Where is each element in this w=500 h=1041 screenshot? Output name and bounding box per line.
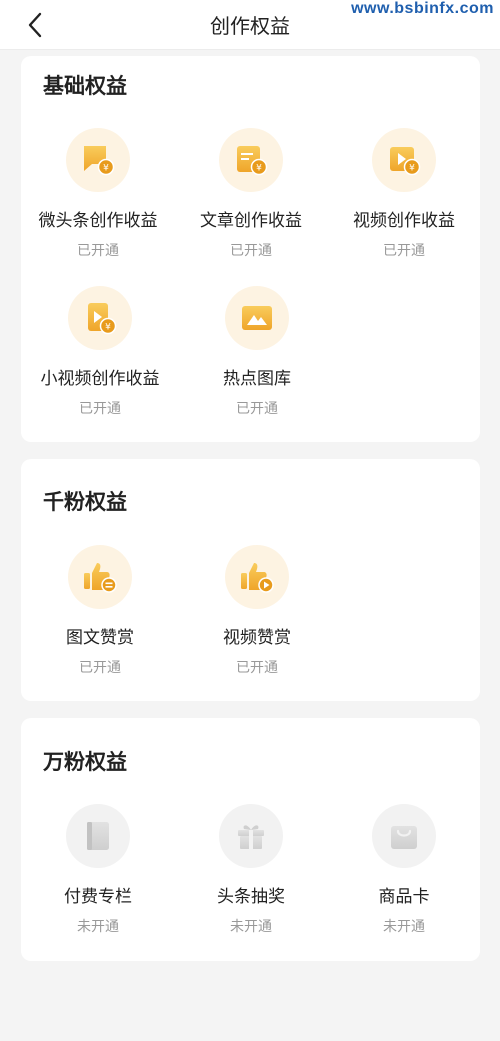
benefit-label: 文章创作收益: [200, 211, 302, 231]
gift-box-icon: [238, 825, 264, 849]
thumbs-up-video-icon: [241, 563, 274, 593]
benefit-status: 已开通: [230, 243, 272, 259]
benefit-item-short-video[interactable]: ¥ 小视频创作收益 已开通: [30, 286, 170, 418]
benefit-status: 已开通: [236, 401, 278, 417]
benefit-status: 已开通: [236, 660, 278, 676]
picture-icon: [242, 306, 272, 330]
benefit-item-micro-post[interactable]: ¥ 微头条创作收益 已开通: [28, 128, 168, 260]
shopping-bag-icon: [391, 826, 417, 849]
benefit-item-hot-gallery[interactable]: 热点图库 已开通: [187, 286, 327, 418]
section-title: 基础权益: [43, 74, 127, 98]
benefit-status: 已开通: [79, 660, 121, 676]
benefit-item-video[interactable]: ¥ 视频创作收益 已开通: [334, 128, 474, 260]
benefit-label: 微头条创作收益: [38, 211, 158, 231]
section-card-thousand-fans: 千粉权益 图文赞赏 已开通 视频赞赏 已开通: [21, 459, 480, 701]
benefit-status: 未开通: [383, 919, 425, 935]
benefit-label: 付费专栏: [64, 887, 132, 907]
benefit-label: 图文赞赏: [66, 628, 134, 648]
benefit-status: 已开通: [77, 243, 119, 259]
benefit-status: 未开通: [230, 919, 272, 935]
benefit-item-lottery[interactable]: 头条抽奖 未开通: [181, 804, 321, 936]
thumbs-up-text-icon: [84, 563, 117, 593]
svg-text:¥: ¥: [105, 323, 111, 333]
svg-text:¥: ¥: [256, 164, 262, 174]
section-title: 万粉权益: [43, 750, 127, 774]
benefit-item-video-reward[interactable]: 视频赞赏 已开通: [187, 545, 327, 677]
benefit-item-product-card[interactable]: 商品卡 未开通: [334, 804, 474, 936]
watermark-text: www.bsbinfx.com: [351, 0, 494, 17]
benefit-label: 热点图库: [223, 369, 291, 389]
benefit-label: 小视频创作收益: [40, 369, 160, 389]
benefit-status: 已开通: [79, 401, 121, 417]
benefit-label: 商品卡: [378, 887, 430, 907]
chat-bubble-yen-icon: ¥: [84, 146, 115, 176]
benefit-item-article[interactable]: ¥ 文章创作收益 已开通: [181, 128, 321, 260]
video-yen-icon: ¥: [390, 147, 421, 176]
document-yen-icon: ¥: [237, 146, 268, 176]
section-card-basic: 基础权益 ¥ 微头条创作收益 已开通 ¥ 文章创作收益 已开通 ¥ 视频创作收益…: [21, 56, 480, 442]
svg-text:¥: ¥: [409, 164, 415, 174]
benefit-status: 未开通: [77, 919, 119, 935]
benefit-item-paid-column[interactable]: 付费专栏 未开通: [28, 804, 168, 936]
benefit-label: 头条抽奖: [217, 887, 285, 907]
book-icon: [87, 822, 109, 850]
svg-text:¥: ¥: [103, 164, 109, 174]
benefit-label: 视频赞赏: [223, 628, 291, 648]
benefit-label: 视频创作收益: [353, 211, 455, 231]
section-title: 千粉权益: [43, 490, 127, 514]
benefit-status: 已开通: [383, 243, 425, 259]
section-card-ten-thousand-fans: 万粉权益 付费专栏 未开通 头条抽奖 未开通 商品卡 未开通: [21, 718, 480, 961]
short-video-yen-icon: ¥: [88, 303, 117, 335]
benefit-item-text-reward[interactable]: 图文赞赏 已开通: [30, 545, 170, 677]
